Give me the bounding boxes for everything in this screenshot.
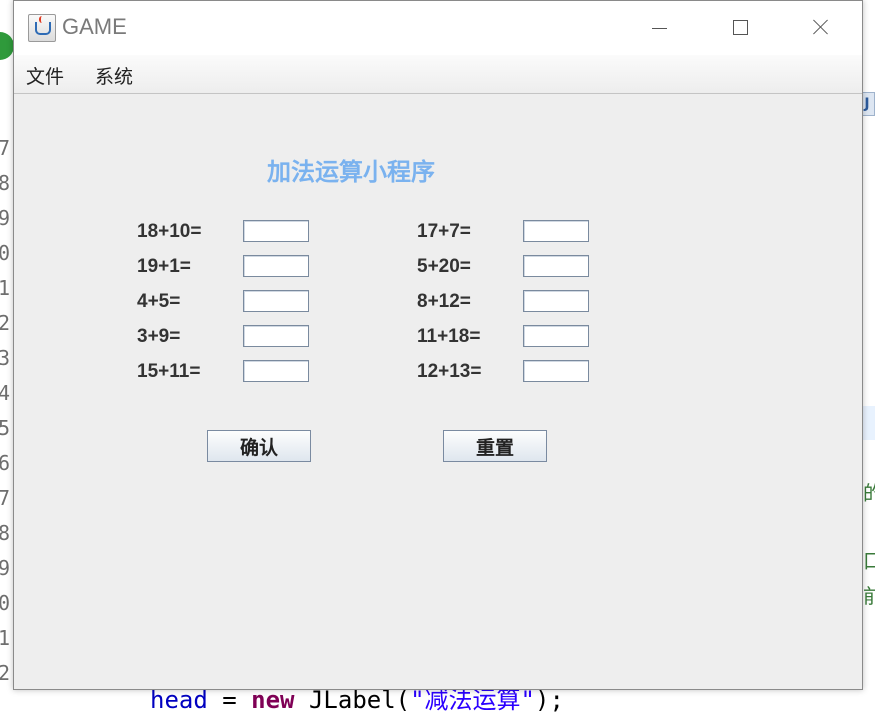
answer-field[interactable]: [243, 220, 309, 242]
question-label: 17+7=: [417, 221, 471, 242]
page-title: 加法运算小程序: [267, 158, 435, 186]
menu-bar: 文件 系统: [14, 55, 862, 94]
answer-field[interactable]: [523, 220, 589, 242]
code-fragment: 的: [863, 481, 875, 505]
question-label: 19+1=: [137, 256, 191, 277]
menu-system[interactable]: 系统: [95, 62, 133, 89]
question-label: 4+5=: [137, 291, 181, 312]
line-number: 8: [0, 521, 11, 545]
answer-field[interactable]: [523, 255, 589, 277]
menu-file[interactable]: 文件: [26, 62, 64, 89]
code-end: );: [535, 686, 564, 714]
answer-field[interactable]: [523, 290, 589, 312]
line-number: 4: [0, 381, 11, 405]
title-bar[interactable]: GAME: [14, 1, 862, 55]
line-highlight: [861, 406, 875, 440]
game-window: GAME 文件 系统 加法运算小程序 18+10= 19+1= 4+5= 3+9…: [13, 0, 863, 690]
line-number: 2: [0, 311, 11, 335]
question-label: 18+10=: [137, 221, 202, 242]
code-string: "减法运算": [410, 686, 536, 714]
line-number: 7: [0, 136, 11, 160]
run-icon: [0, 32, 14, 60]
main-panel: 加法运算小程序 18+10= 19+1= 4+5= 3+9= 15+11= 17…: [14, 94, 862, 689]
code-fragment: 前: [863, 584, 875, 608]
line-number: 7: [0, 486, 11, 510]
line-number: 1: [0, 626, 11, 650]
question-label: 12+13=: [417, 361, 482, 382]
answer-field[interactable]: [243, 360, 309, 382]
line-number: 5: [0, 416, 11, 440]
line-number: 9: [0, 206, 11, 230]
line-number: 6: [0, 451, 11, 475]
line-number: 0: [0, 591, 11, 615]
code-operator: =: [207, 686, 252, 714]
cup-mark: [35, 22, 51, 35]
answer-field[interactable]: [523, 360, 589, 382]
maximize-icon[interactable]: [717, 7, 763, 47]
code-call: JLabel(: [294, 686, 411, 714]
confirm-button[interactable]: 确认: [207, 430, 311, 462]
answer-field[interactable]: [523, 325, 589, 347]
code-keyword: new: [251, 686, 295, 714]
close-icon[interactable]: [798, 7, 844, 47]
question-label: 5+20=: [417, 256, 471, 277]
code-fragment: 口: [863, 549, 875, 573]
line-number: 9: [0, 556, 11, 580]
minimize-icon[interactable]: [636, 7, 682, 47]
question-label: 15+11=: [137, 361, 201, 382]
question-label: 3+9=: [137, 326, 181, 347]
line-number: 1: [0, 276, 11, 300]
reset-button[interactable]: 重置: [443, 430, 547, 462]
question-label: 11+18=: [417, 326, 481, 347]
line-number-gutter: 7 8 9 0 1 2 3 4 5 6 7 8 9 0 1 2: [0, 120, 12, 680]
line-number: 0: [0, 241, 11, 265]
line-number: 8: [0, 171, 11, 195]
line-number: 3: [0, 346, 11, 370]
answer-field[interactable]: [243, 325, 309, 347]
answer-field[interactable]: [243, 290, 309, 312]
answer-field[interactable]: [243, 255, 309, 277]
window-title: GAME: [62, 14, 127, 39]
question-label: 8+12=: [417, 291, 471, 312]
java-app-icon[interactable]: [28, 14, 56, 42]
code-variable: head: [150, 686, 208, 714]
line-number: 2: [0, 661, 11, 680]
